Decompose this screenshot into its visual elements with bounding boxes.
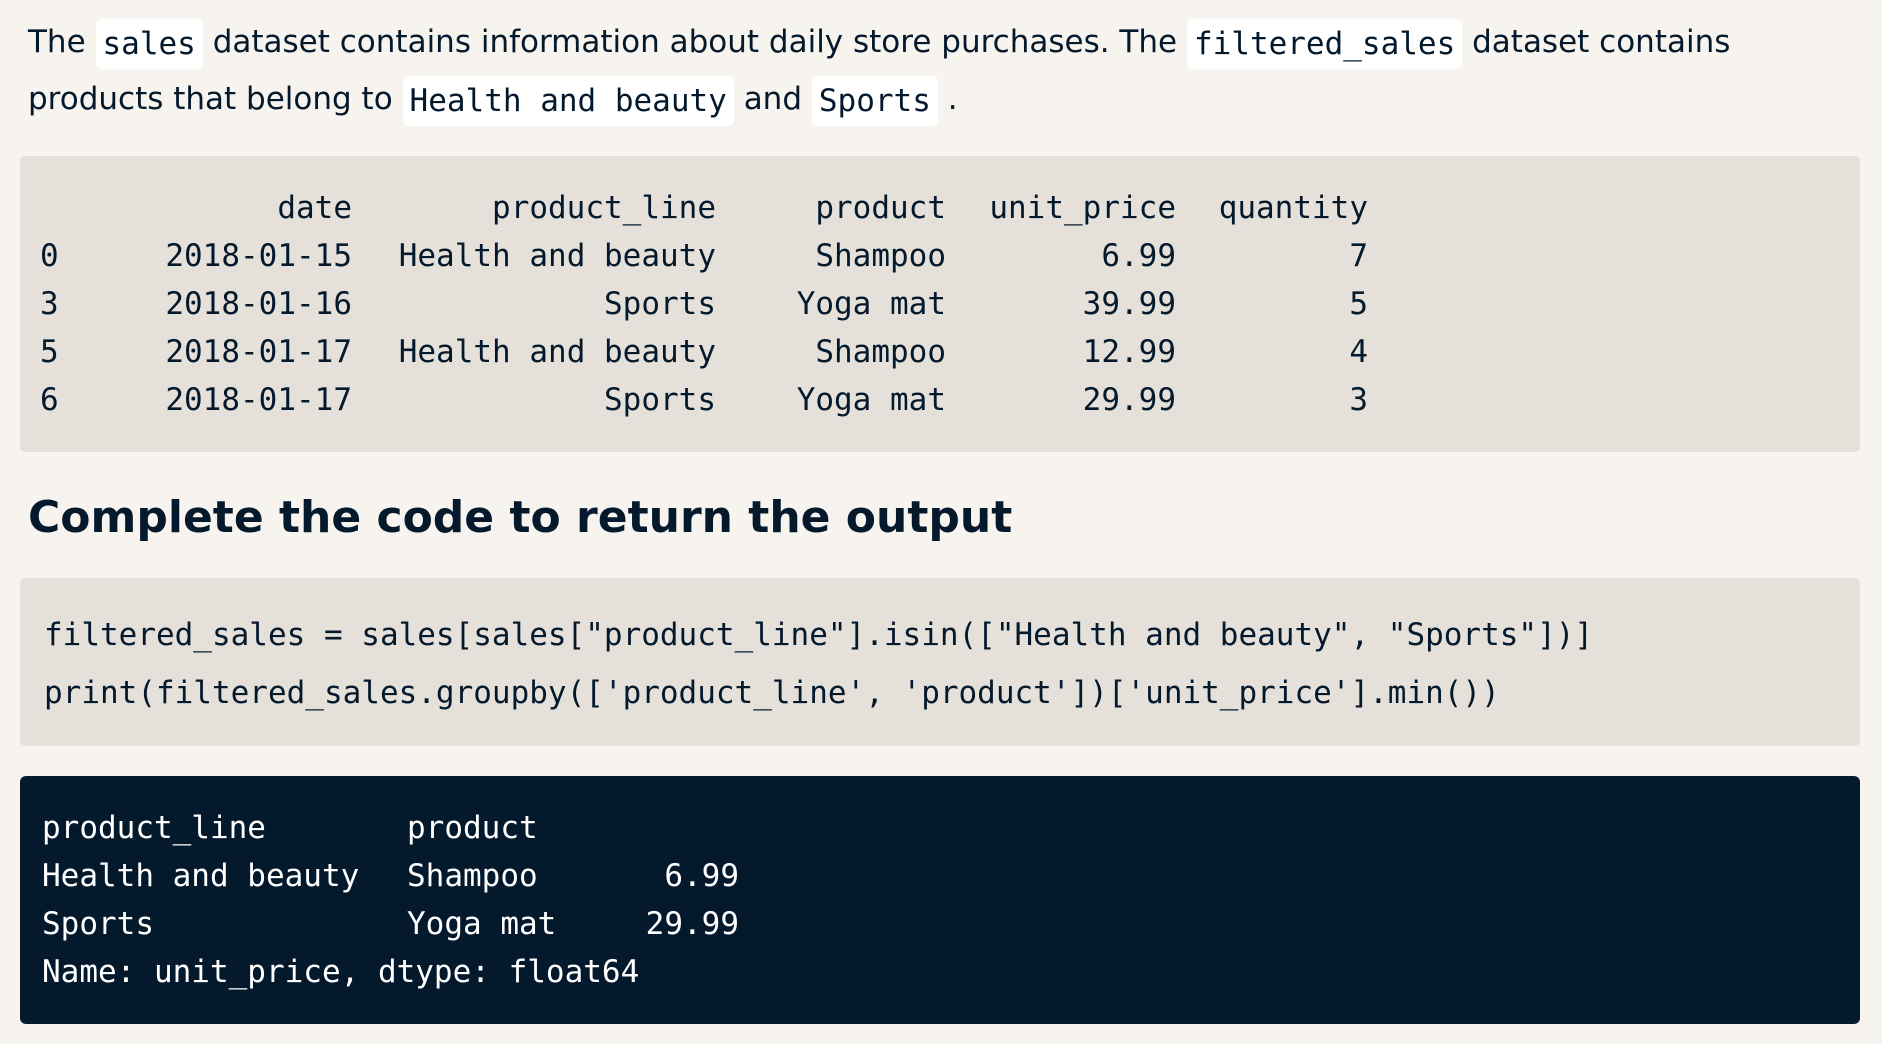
inline-code-health-and-beauty: Health and beauty — [402, 75, 734, 126]
intro-text-4: and — [743, 81, 803, 117]
dataset-header-quantity: quantity — [1218, 190, 1368, 226]
dataset-cell-product-line: Health and beauty — [398, 334, 716, 370]
dataset-cell-product: Yoga mat — [796, 382, 946, 418]
exercise-page: The sales dataset contains information a… — [0, 0, 1882, 1044]
code-editor[interactable]: filtered_sales = sales[sales["product_li… — [20, 578, 1860, 746]
intro-paragraph: The sales dataset contains information a… — [28, 14, 1848, 128]
intro-text-1: The — [28, 24, 86, 60]
dataset-row: 5 2018-01-17 Health and beauty Shampoo 1… — [40, 328, 1840, 376]
dataset-cell-product: Shampoo — [815, 238, 946, 274]
exercise-heading: Complete the code to return the output — [28, 492, 1013, 543]
code-line[interactable]: print(filtered_sales.groupby(['product_l… — [44, 664, 1836, 722]
dataset-header-product: product — [815, 190, 946, 226]
intro-text-2: dataset contains information about daily… — [212, 24, 1178, 60]
output-header-product: product — [407, 810, 538, 846]
dataset-row: 0 2018-01-15 Health and beauty Shampoo 6… — [40, 232, 1840, 280]
output-cell-product-line: Sports — [42, 906, 154, 942]
output-cell-product-line: Health and beauty — [42, 858, 360, 894]
output-cell-product: Yoga mat — [407, 906, 557, 942]
dataset-header-unit-price: unit_price — [989, 190, 1176, 226]
dataset-cell-index: 5 — [40, 334, 59, 370]
inline-code-sports: Sports — [811, 75, 938, 126]
dataset-header-date: date — [277, 190, 352, 226]
output-row: Health and beauty Shampoo 6.99 — [42, 852, 1838, 900]
inline-code-filtered-sales: filtered_sales — [1186, 18, 1463, 69]
dataset-preview: date product_line product unit_price qua… — [20, 156, 1860, 452]
output-footer: Name: unit_price, dtype: float64 — [42, 954, 640, 990]
dataset-cell-date: 2018-01-15 — [165, 238, 352, 274]
dataset-cell-unit-price: 6.99 — [1101, 238, 1176, 274]
dataset-header-row: date product_line product unit_price qua… — [40, 184, 1840, 232]
code-line[interactable]: filtered_sales = sales[sales["product_li… — [44, 606, 1836, 664]
dataset-cell-quantity: 3 — [1349, 382, 1368, 418]
dataset-cell-index: 3 — [40, 286, 59, 322]
dataset-cell-date: 2018-01-16 — [165, 286, 352, 322]
output-cell-product: Shampoo — [407, 858, 538, 894]
dataset-cell-product: Yoga mat — [796, 286, 946, 322]
dataset-cell-unit-price: 29.99 — [1082, 382, 1176, 418]
dataset-cell-quantity: 4 — [1349, 334, 1368, 370]
dataset-cell-product-line: Health and beauty — [398, 238, 716, 274]
dataset-cell-quantity: 5 — [1349, 286, 1368, 322]
dataset-cell-unit-price: 39.99 — [1082, 286, 1176, 322]
dataset-cell-unit-price: 12.99 — [1082, 334, 1176, 370]
dataset-cell-index: 6 — [40, 382, 59, 418]
output-cell-value: 29.99 — [645, 906, 739, 942]
output-row: Sports Yoga mat 29.99 — [42, 900, 1838, 948]
dataset-cell-product: Shampoo — [815, 334, 946, 370]
dataset-header-product-line: product_line — [492, 190, 716, 226]
output-console: product_line product Health and beauty S… — [20, 776, 1860, 1024]
inline-code-sales: sales — [95, 18, 203, 69]
intro-text-5: . — [947, 81, 958, 117]
dataset-header-index — [40, 184, 108, 232]
dataset-cell-product-line: Sports — [604, 286, 716, 322]
dataset-row: 3 2018-01-16 Sports Yoga mat 39.99 5 — [40, 280, 1840, 328]
output-cell-value: 6.99 — [664, 858, 739, 894]
output-header-row: product_line product — [42, 804, 1838, 852]
output-header-product-line: product_line — [42, 810, 266, 846]
output-header-value — [587, 804, 739, 852]
dataset-cell-date: 2018-01-17 — [165, 334, 352, 370]
dataset-cell-quantity: 7 — [1349, 238, 1368, 274]
dataset-cell-date: 2018-01-17 — [165, 382, 352, 418]
dataset-cell-product-line: Sports — [604, 382, 716, 418]
dataset-row: 6 2018-01-17 Sports Yoga mat 29.99 3 — [40, 376, 1840, 424]
dataset-cell-index: 0 — [40, 238, 59, 274]
